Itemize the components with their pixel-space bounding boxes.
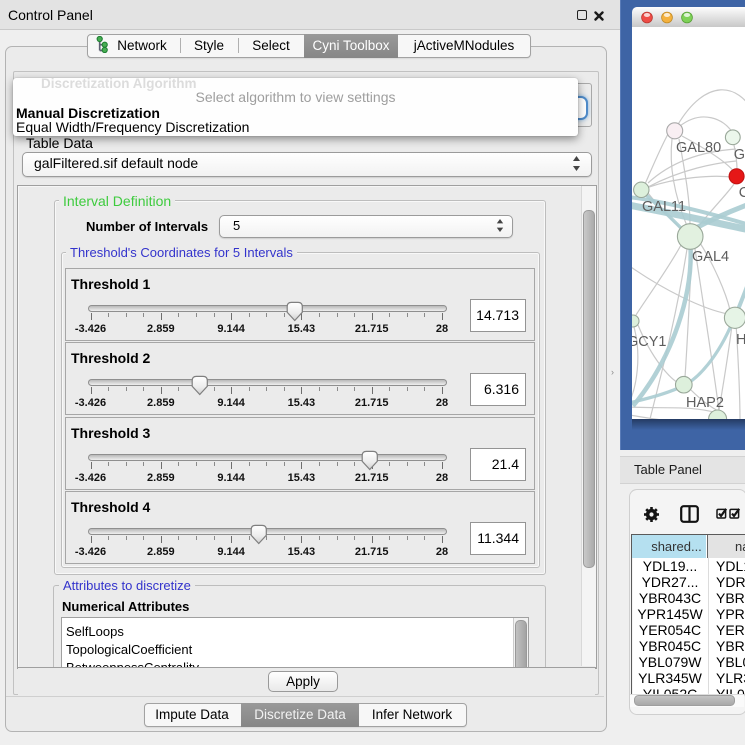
svg-text:GAL4: GAL4 <box>692 249 729 265</box>
svg-text:GAL80: GAL80 <box>676 140 721 156</box>
svg-text:HI: HI <box>736 332 745 348</box>
svg-text:C: C <box>739 185 745 201</box>
svg-text:GA: GA <box>734 147 745 163</box>
svg-text:HAP2: HAP2 <box>686 395 724 411</box>
svg-text:GCY1: GCY1 <box>632 334 667 350</box>
svg-text:GAL11: GAL11 <box>642 199 686 215</box>
